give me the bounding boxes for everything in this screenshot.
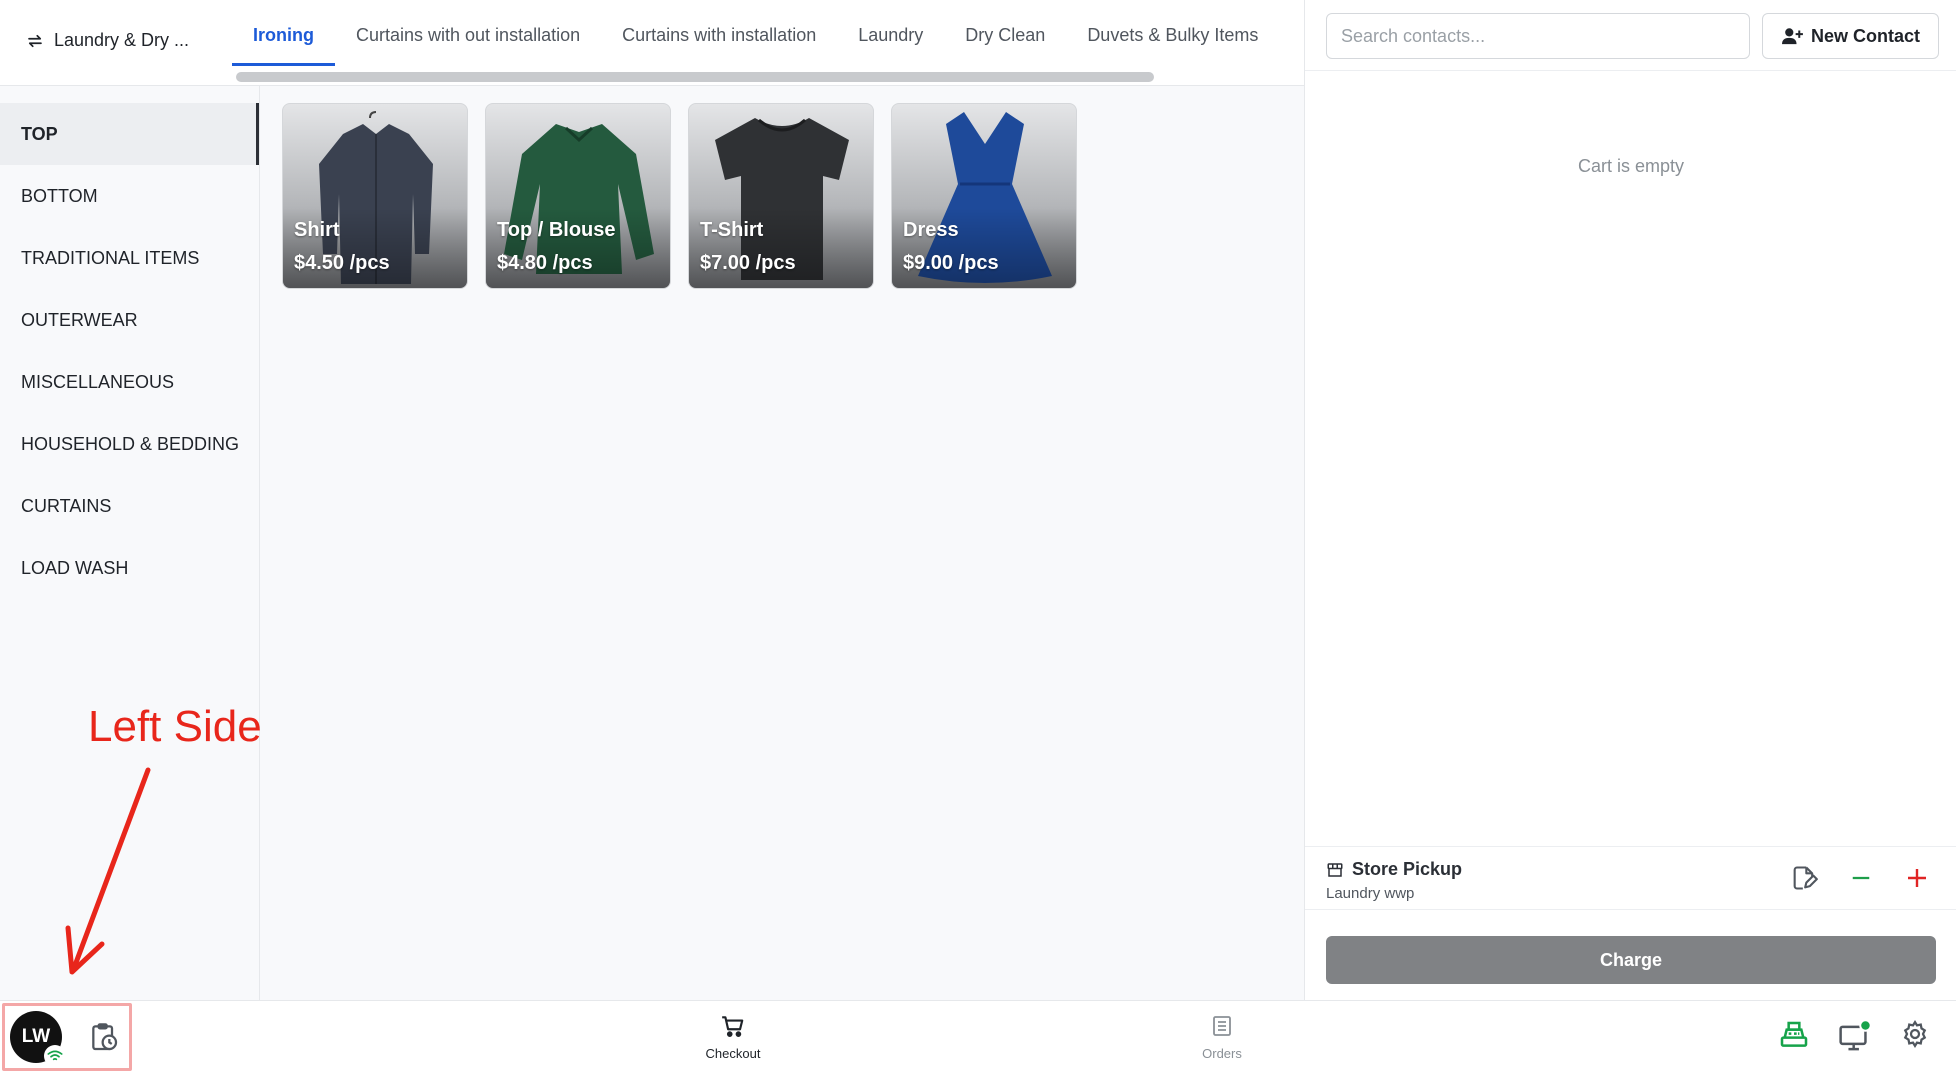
product-grid: Shirt $4.50 /pcs Top / Blouse $4.80 /pcs… xyxy=(282,103,1077,289)
storefront-icon xyxy=(1327,862,1343,877)
wifi-icon xyxy=(47,1050,63,1061)
pickup-location: Laundry wwp xyxy=(1326,885,1415,902)
product-price: $9.00 /pcs xyxy=(903,252,999,274)
category-bottom[interactable]: BOTTOM xyxy=(0,165,259,227)
person-plus-icon xyxy=(1781,28,1803,45)
category-outerwear[interactable]: OUTERWEAR xyxy=(0,289,259,351)
cart-empty-message: Cart is empty xyxy=(1577,156,1685,176)
product-card-shirt[interactable]: Shirt $4.50 /pcs xyxy=(282,103,468,289)
top-bar: Laundry & Dry ... Ironing Curtains with … xyxy=(0,0,1304,86)
contact-search-input[interactable] xyxy=(1326,13,1750,59)
category-traditional-items[interactable]: TRADITIONAL ITEMS xyxy=(0,227,259,289)
orders-label: Orders xyxy=(1202,1046,1242,1061)
store-name: Laundry & Dry ... xyxy=(54,30,190,50)
avatar-initials: LW xyxy=(21,1026,51,1047)
category-sidebar: TOP BOTTOM TRADITIONAL ITEMS OUTERWEAR M… xyxy=(0,86,260,1000)
category-top[interactable]: TOP xyxy=(0,103,259,165)
tab-curtains-with-installation[interactable]: Curtains with installation xyxy=(601,0,837,66)
checkout-label: Checkout xyxy=(705,1046,761,1061)
schedule-button[interactable] xyxy=(88,1021,120,1053)
gear-icon xyxy=(1903,1019,1927,1049)
product-card-t-shirt[interactable]: T-Shirt $7.00 /pcs xyxy=(688,103,874,289)
tab-ironing[interactable]: Ironing xyxy=(232,0,335,66)
category-miscellaneous[interactable]: MISCELLANEOUS xyxy=(0,351,259,413)
tab-dry-clean[interactable]: Dry Clean xyxy=(944,0,1066,66)
tab-laundry[interactable]: Laundry xyxy=(837,0,944,66)
product-name: Top / Blouse xyxy=(497,219,616,241)
category-load-wash[interactable]: LOAD WASH xyxy=(0,537,259,599)
decrease-button[interactable] xyxy=(1846,863,1876,893)
store-switcher[interactable]: Laundry & Dry ... xyxy=(26,30,189,51)
bottom-bar: LW Checkout Orders xyxy=(0,1000,1956,1072)
increase-button[interactable] xyxy=(1902,863,1932,893)
clipboard-clock-icon xyxy=(92,1023,118,1051)
product-price: $4.50 /pcs xyxy=(294,252,390,274)
checkout-nav[interactable]: Checkout xyxy=(688,1013,778,1061)
new-contact-button[interactable]: New Contact xyxy=(1762,13,1939,59)
pickup-title: Store Pickup xyxy=(1352,859,1463,879)
product-name: T-Shirt xyxy=(700,219,764,241)
list-icon xyxy=(1213,1016,1231,1036)
minus-icon xyxy=(1852,876,1870,880)
edit-note-button[interactable] xyxy=(1789,863,1819,893)
monitor-icon xyxy=(1839,1019,1872,1051)
product-card-dress[interactable]: Dress $9.00 /pcs xyxy=(891,103,1077,289)
cash-register-icon xyxy=(1780,1021,1808,1047)
plus-icon xyxy=(1908,869,1926,887)
product-price: $4.80 /pcs xyxy=(497,252,593,274)
cart-panel: New Contact Cart is empty Store Pickup L… xyxy=(1304,0,1956,1000)
annotation-label: Left Side xyxy=(88,702,262,751)
settings-button[interactable] xyxy=(1900,1019,1934,1053)
display-button[interactable] xyxy=(1838,1019,1872,1053)
product-card-top-blouse[interactable]: Top / Blouse $4.80 /pcs xyxy=(485,103,671,289)
category-curtains[interactable]: CURTAINS xyxy=(0,475,259,537)
swap-arrows-icon xyxy=(28,34,42,47)
new-contact-label: New Contact xyxy=(1810,25,1920,46)
tabs-scrollbar[interactable] xyxy=(236,72,1154,82)
tab-curtains-without-installation[interactable]: Curtains with out installation xyxy=(335,0,601,66)
product-name: Dress xyxy=(903,219,959,241)
product-name: Shirt xyxy=(294,219,340,241)
store-pickup-row: Store Pickup Laundry wwp xyxy=(1305,846,1956,910)
category-household-bedding[interactable]: HOUSEHOLD & BEDDING xyxy=(0,413,259,475)
charge-button[interactable]: Charge xyxy=(1326,936,1936,984)
cash-register-button[interactable] xyxy=(1778,1019,1812,1053)
wifi-status xyxy=(44,1045,66,1067)
cart-icon xyxy=(722,1016,744,1037)
edit-note-icon xyxy=(1793,866,1818,890)
product-price: $7.00 /pcs xyxy=(700,252,796,274)
service-tabs: Ironing Curtains with out installation C… xyxy=(232,0,1279,66)
tab-duvets-bulky-items[interactable]: Duvets & Bulky Items xyxy=(1066,0,1279,66)
orders-nav[interactable]: Orders xyxy=(1177,1013,1267,1061)
